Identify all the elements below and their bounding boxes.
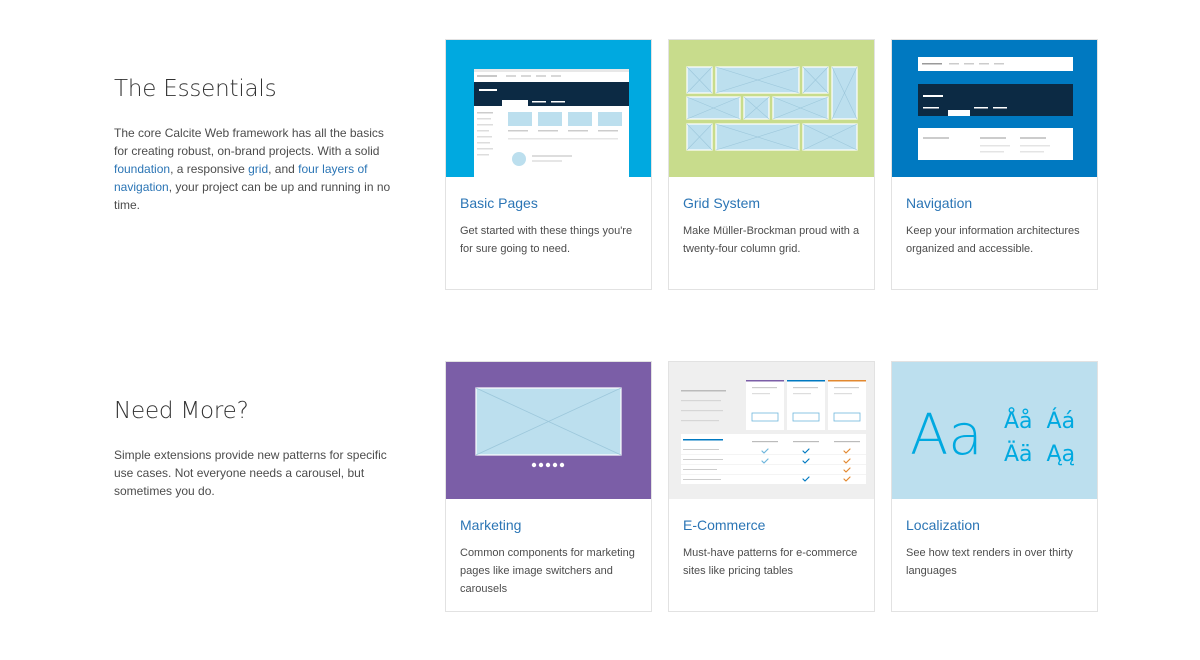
localization-glyph-large: Aa [910, 403, 983, 468]
localization-glyph-row-2: Ää Ąą [1004, 442, 1076, 467]
marketing-title[interactable]: Marketing [460, 517, 521, 533]
essentials-text-1: The core Calcite Web framework has all t… [114, 126, 384, 158]
need-more-heading: Need More? [114, 398, 249, 424]
grid-system-thumbnail [669, 40, 874, 177]
localization-glyph-row-1: Åå Áá [1004, 409, 1076, 434]
grid-system-card[interactable]: Grid System Make Müller-Brockman proud w… [668, 39, 875, 290]
localization-thumbnail: Aa Åå Áá Ää Ąą [892, 362, 1097, 499]
essentials-text-2: , a responsive [170, 162, 249, 176]
basic-pages-thumbnail [446, 40, 651, 177]
need-more-description: Simple extensions provide new patterns f… [114, 448, 387, 498]
ecommerce-title[interactable]: E-Commerce [683, 517, 765, 533]
need-more-section: Need More? Simple extensions provide new… [0, 320, 1200, 660]
foundation-link[interactable]: foundation [114, 162, 170, 176]
grid-system-description: Make Müller-Brockman proud with a twenty… [683, 225, 860, 255]
navigation-thumbnail [892, 40, 1097, 177]
essentials-heading: The Essentials [114, 76, 277, 102]
localization-card[interactable]: Aa Åå Áá Ää Ąą Localization See how text… [891, 361, 1098, 612]
marketing-card[interactable]: Marketing Common components for marketin… [445, 361, 652, 612]
ecommerce-card[interactable]: E-Commerce Must-have patterns for e-comm… [668, 361, 875, 612]
navigation-description: Keep your information architectures orga… [906, 225, 1080, 255]
ecommerce-thumbnail [669, 362, 874, 499]
essentials-section: The Essentials The core Calcite Web fram… [0, 0, 1200, 320]
localization-description: See how text renders in over thirty lang… [906, 547, 1073, 577]
grid-link[interactable]: grid [248, 162, 268, 176]
grid-system-title[interactable]: Grid System [683, 195, 760, 211]
navigation-title[interactable]: Navigation [906, 195, 972, 211]
essentials-intro: The Essentials The core Calcite Web fram… [114, 76, 394, 214]
basic-pages-title[interactable]: Basic Pages [460, 195, 538, 211]
marketing-description: Common components for marketing pages li… [460, 547, 635, 595]
ecommerce-description: Must-have patterns for e-commerce sites … [683, 547, 858, 577]
localization-title[interactable]: Localization [906, 517, 980, 533]
basic-pages-description: Get started with these things you're for… [460, 225, 633, 255]
need-more-intro: Need More? Simple extensions provide new… [114, 398, 394, 500]
navigation-card[interactable]: Navigation Keep your information archite… [891, 39, 1098, 290]
essentials-description: The core Calcite Web framework has all t… [114, 124, 394, 214]
basic-pages-card[interactable]: Basic Pages Get started with these thing… [445, 39, 652, 290]
essentials-text-3: , and [268, 162, 299, 176]
marketing-thumbnail [446, 362, 651, 499]
